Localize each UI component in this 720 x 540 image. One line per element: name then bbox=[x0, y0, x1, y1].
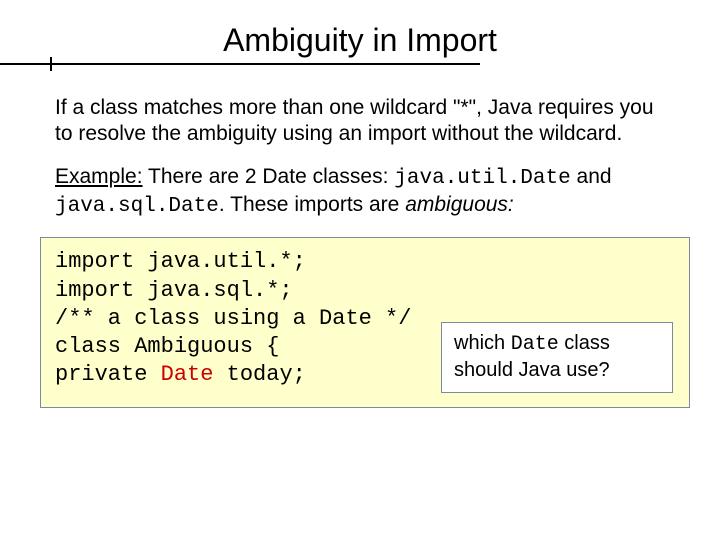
text: . These imports are bbox=[219, 193, 405, 216]
slide: Ambiguity in Import If a class matches m… bbox=[0, 0, 720, 540]
code-inline: java.util.Date bbox=[394, 167, 570, 190]
paragraph-2: Example: There are 2 Date classes: java.… bbox=[55, 164, 670, 219]
code-inline: Date bbox=[511, 333, 559, 356]
code-line: import java.sql.*; bbox=[55, 277, 675, 305]
code-block: import java.util.*; import java.sql.*; /… bbox=[40, 237, 690, 408]
emphasis: ambiguous: bbox=[405, 193, 514, 216]
title-area: Ambiguity in Import bbox=[0, 0, 720, 65]
code-line: import java.util.*; bbox=[55, 248, 675, 276]
code-inline: java.sql.Date bbox=[55, 195, 219, 218]
slide-title: Ambiguity in Import bbox=[0, 22, 720, 65]
code-text: today; bbox=[213, 362, 305, 387]
title-underline bbox=[0, 63, 480, 65]
callout-text: which bbox=[454, 332, 511, 354]
paragraph-1: If a class matches more than one wildcar… bbox=[55, 95, 670, 146]
title-tick bbox=[50, 57, 52, 71]
callout-box: which Date class should Java use? bbox=[441, 322, 673, 393]
text: There are 2 Date classes: bbox=[143, 165, 395, 188]
code-text: private bbox=[55, 362, 161, 387]
body: If a class matches more than one wildcar… bbox=[0, 65, 720, 219]
example-label: Example: bbox=[55, 165, 143, 188]
text: and bbox=[571, 165, 612, 188]
type-keyword: Date bbox=[161, 362, 214, 387]
